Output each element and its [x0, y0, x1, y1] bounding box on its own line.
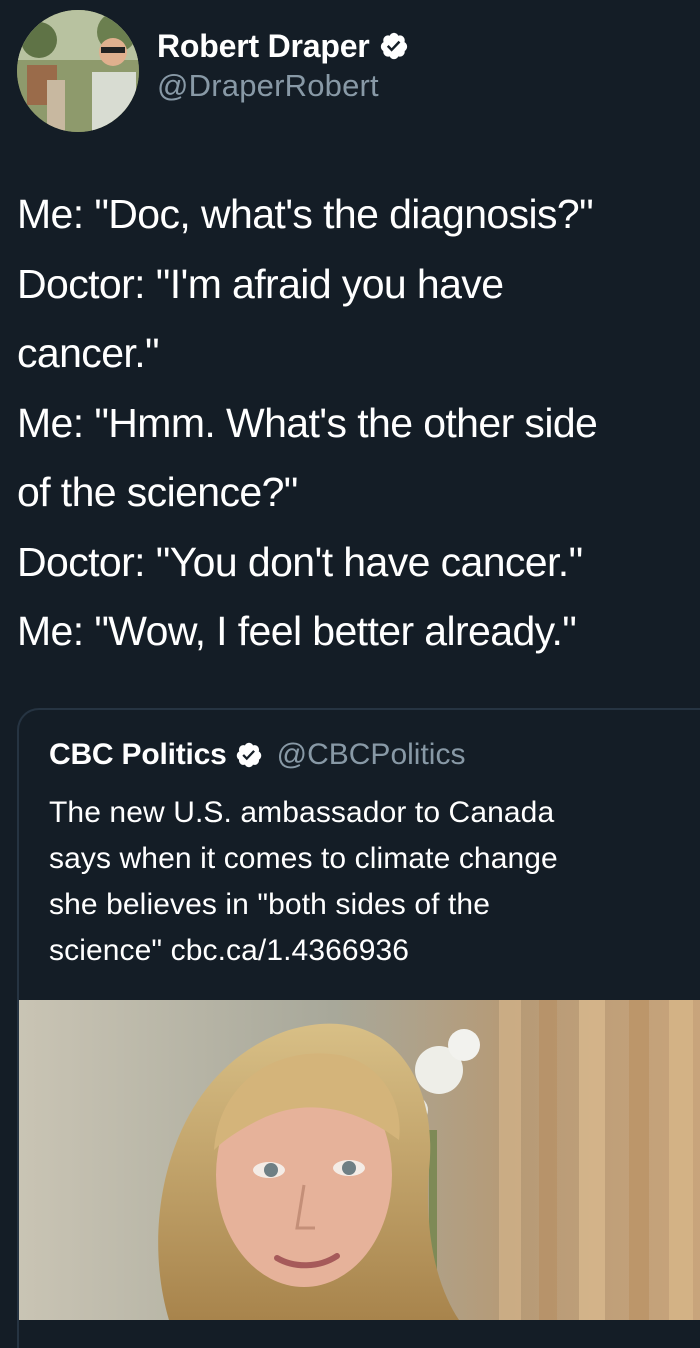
- ambassador-photo: [19, 1000, 700, 1320]
- tweet-line: cancer.": [17, 330, 160, 376]
- tweet-line: Doctor: "You don't have cancer.": [17, 538, 583, 585]
- author-avatar[interactable]: [17, 10, 139, 132]
- tweet-author: Robert Draper @DraperRobert: [17, 10, 409, 132]
- avatar-photo-icon: [17, 10, 139, 132]
- author-handle[interactable]: @DraperRobert: [157, 68, 409, 104]
- author-display-name[interactable]: Robert Draper: [157, 28, 370, 65]
- tweet-line: of the science?": [17, 469, 298, 515]
- quoted-tweet-header: CBC Politics @CBCPolitics: [49, 734, 465, 776]
- tweet-line: Me: "Doc, what's the diagnosis?": [17, 191, 594, 237]
- quoted-author-handle[interactable]: @CBCPolitics: [277, 738, 466, 772]
- quoted-tweet-image[interactable]: [19, 1000, 700, 1320]
- quoted-tweet-card[interactable]: CBC Politics @CBCPolitics The new U.S. a…: [17, 708, 700, 1348]
- verified-badge-icon: [236, 742, 261, 768]
- quoted-tweet-line: she believes in "both sides of the: [49, 888, 490, 921]
- tweet-line: Me: "Hmm. What's the other side: [17, 399, 598, 446]
- quoted-tweet-line: The new U.S. ambassador to Canada: [49, 796, 555, 829]
- quoted-author-display-name[interactable]: CBC Politics: [49, 738, 227, 772]
- quoted-tweet-text: The new U.S. ambassador to Canada says w…: [49, 790, 689, 974]
- tweet-line: Me: "Wow, I feel better already.": [17, 608, 577, 654]
- tweet-text: Me: "Doc, what's the diagnosis?" Doctor:…: [17, 180, 697, 667]
- quoted-tweet-line: science" cbc.ca/1.4366936: [49, 934, 410, 967]
- quoted-tweet-line: says when it comes to climate change: [49, 842, 558, 875]
- verified-badge-icon: [380, 32, 407, 60]
- tweet-line: Doctor: "I'm afraid you have: [17, 260, 504, 307]
